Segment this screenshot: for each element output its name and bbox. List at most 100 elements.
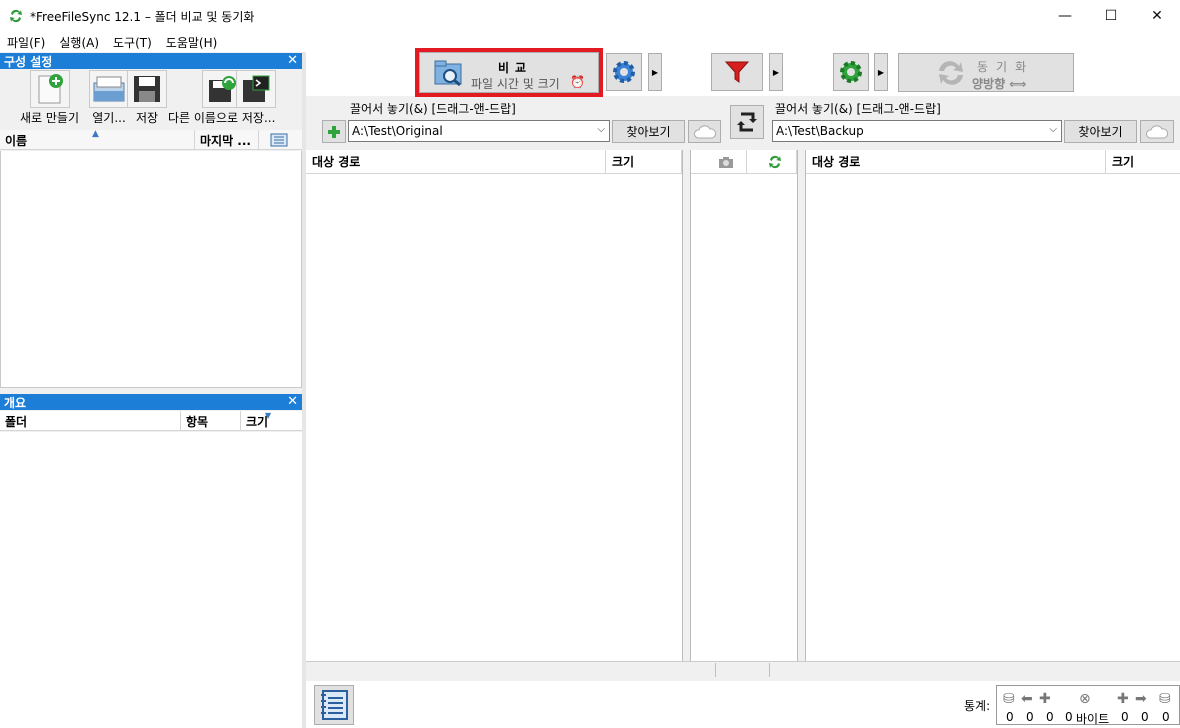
col-name[interactable]: 이름 ▲: [0, 129, 195, 150]
col-last-sync[interactable]: 마지막 ...: [195, 130, 259, 150]
triangle-right-icon: ▶: [651, 67, 659, 77]
sort-down-icon: ▼: [265, 411, 272, 420]
green-gear-icon: [840, 61, 862, 83]
right-file-grid[interactable]: [806, 174, 1180, 661]
compare-button[interactable]: 비교 파일 시간 및 크기 ⏰: [415, 48, 603, 97]
log-list-icon: [321, 690, 348, 720]
col-folder[interactable]: 폴더: [0, 411, 181, 431]
chevron-down-icon[interactable]: ⌵: [597, 124, 605, 135]
app-sync-icon: [10, 9, 22, 23]
clock-icon: ⏰: [570, 75, 585, 89]
right-grid-splitter[interactable]: [797, 150, 806, 661]
maximize-button[interactable]: ☐: [1088, 0, 1134, 32]
compare-options-arrow[interactable]: ▶: [648, 53, 662, 91]
open-config-label: 열기...: [92, 111, 126, 125]
overview-list-header: 폴더 항목 크기 ▼: [0, 411, 302, 431]
filter-options-arrow[interactable]: ▶: [769, 53, 783, 91]
window-title: *FreeFileSync 12.1 – 폴더 비교 및 동기화: [30, 9, 255, 24]
close-button[interactable]: ✕: [1134, 0, 1180, 32]
stat-left-create: 0: [1006, 710, 1014, 724]
right-cloud-button[interactable]: [1140, 120, 1174, 143]
title-bar: *FreeFileSync 12.1 – 폴더 비교 및 동기화 — ☐ ✕: [0, 0, 1180, 32]
log-view-button[interactable]: [314, 685, 354, 725]
stat-right-create: 0: [1121, 710, 1129, 724]
left-col-size[interactable]: 크기: [606, 150, 682, 173]
left-browse-button[interactable]: 찾아보기: [612, 120, 685, 143]
right-delete-icon: ⛁: [1159, 691, 1171, 707]
new-config-button[interactable]: 새로 만들기: [20, 70, 79, 126]
sync-subtitle: 양방향 ⟺: [972, 77, 1027, 91]
compare-settings-button[interactable]: [606, 53, 642, 91]
right-browse-button[interactable]: 찾아보기: [1064, 120, 1137, 143]
right-col-size[interactable]: 크기: [1106, 150, 1180, 173]
left-file-grid[interactable]: [306, 174, 682, 661]
menu-run[interactable]: 실행(A): [52, 34, 106, 51]
config-panel-header: 구성 설정 ✕: [0, 53, 302, 69]
left-grid-splitter[interactable]: [682, 150, 691, 661]
blue-gear-icon: [613, 61, 635, 83]
sync-settings-button[interactable]: [833, 53, 869, 91]
chevron-down-icon[interactable]: ⌵: [1049, 124, 1057, 135]
middle-col-action[interactable]: [747, 150, 797, 173]
overview-panel-close-icon[interactable]: ✕: [287, 394, 298, 409]
stat-bytes-value: 0: [1065, 710, 1073, 724]
left-delete-icon: ✚: [1039, 691, 1051, 707]
save-config-label: 저장: [135, 111, 159, 125]
config-list-options[interactable]: [259, 130, 302, 150]
middle-file-grid[interactable]: [691, 174, 797, 661]
sync-options-arrow[interactable]: ▶: [874, 53, 888, 91]
stat-right-update: 0: [1141, 710, 1149, 724]
sort-up-icon: ▲: [92, 129, 99, 139]
compare-subtitle: 파일 시간 및 크기: [471, 77, 560, 91]
filter-funnel-icon: [724, 61, 750, 83]
sync-arrows-icon: [939, 61, 963, 85]
config-list-header: 이름 ▲ 마지막 ...: [0, 129, 302, 150]
cloud-icon: [1146, 124, 1169, 138]
menu-tools[interactable]: 도구(T): [106, 34, 159, 51]
data-amount-icon: ⊗: [1079, 691, 1091, 707]
stat-right-delete: 0: [1162, 710, 1170, 724]
swap-icon: [737, 112, 757, 132]
compare-title: 비교: [498, 61, 533, 75]
swap-sides-button[interactable]: [730, 105, 764, 139]
col-size[interactable]: 크기 ▼: [241, 411, 302, 431]
config-panel-title: 구성 설정: [4, 54, 53, 69]
overview-list[interactable]: [0, 432, 302, 728]
left-col-path[interactable]: 대상 경로: [306, 150, 606, 173]
synchronize-button[interactable]: 동기화 양방향 ⟺: [898, 53, 1074, 92]
camera-icon: [718, 156, 733, 168]
menu-help[interactable]: 도움말(H): [159, 34, 225, 51]
sync-action-icon: [768, 155, 781, 168]
new-config-label: 새로 만들기: [20, 111, 80, 125]
right-grid-header: 대상 경로 크기: [806, 150, 1180, 174]
left-folder-input[interactable]: A:\Test\Original ⌵: [348, 120, 610, 142]
triangle-right-icon: ▶: [877, 67, 885, 77]
right-folder-input[interactable]: A:\Test\Backup ⌵: [772, 120, 1062, 142]
right-drop-label: 끌어서 놓기(&) [드래그-앤-드랍]: [775, 102, 941, 116]
stats-panel: ⛁ ⬅ ✚ ⊗ ✚ ➡ ⛁ 0 0 0 0 바이트 0 0 0: [996, 685, 1180, 726]
triangle-right-icon: ▶: [772, 67, 780, 77]
minimize-button[interactable]: —: [1042, 0, 1088, 32]
save-batch-button[interactable]: [236, 70, 276, 108]
middle-col-category[interactable]: [691, 150, 747, 173]
right-col-path[interactable]: 대상 경로: [806, 150, 1106, 173]
config-list[interactable]: [0, 151, 302, 388]
status-bar: [306, 661, 1180, 677]
bottom-bar: 통계: ⛁ ⬅ ✚ ⊗ ✚ ➡ ⛁ 0 0 0 0 바이트 0 0 0: [306, 681, 1180, 728]
add-folder-pair-button[interactable]: [322, 120, 346, 143]
save-config-button[interactable]: 저장: [127, 70, 167, 126]
save-icon: [127, 70, 167, 108]
left-update-icon: ⬅: [1021, 691, 1033, 707]
save-batch-icon: [236, 70, 276, 108]
config-panel-close-icon[interactable]: ✕: [287, 53, 298, 68]
stat-left-update: 0: [1026, 710, 1034, 724]
open-icon: [89, 70, 129, 108]
left-cloud-button[interactable]: [688, 120, 721, 143]
col-items[interactable]: 항목: [181, 411, 241, 431]
menu-file[interactable]: 파일(F): [0, 34, 52, 51]
save-as-config-label: 다른 이름으로 저장...: [168, 111, 276, 125]
list-icon: [270, 133, 288, 147]
filter-button[interactable]: [711, 53, 763, 91]
left-create-icon: ⛁: [1003, 691, 1015, 707]
open-config-button[interactable]: 열기...: [89, 70, 129, 126]
